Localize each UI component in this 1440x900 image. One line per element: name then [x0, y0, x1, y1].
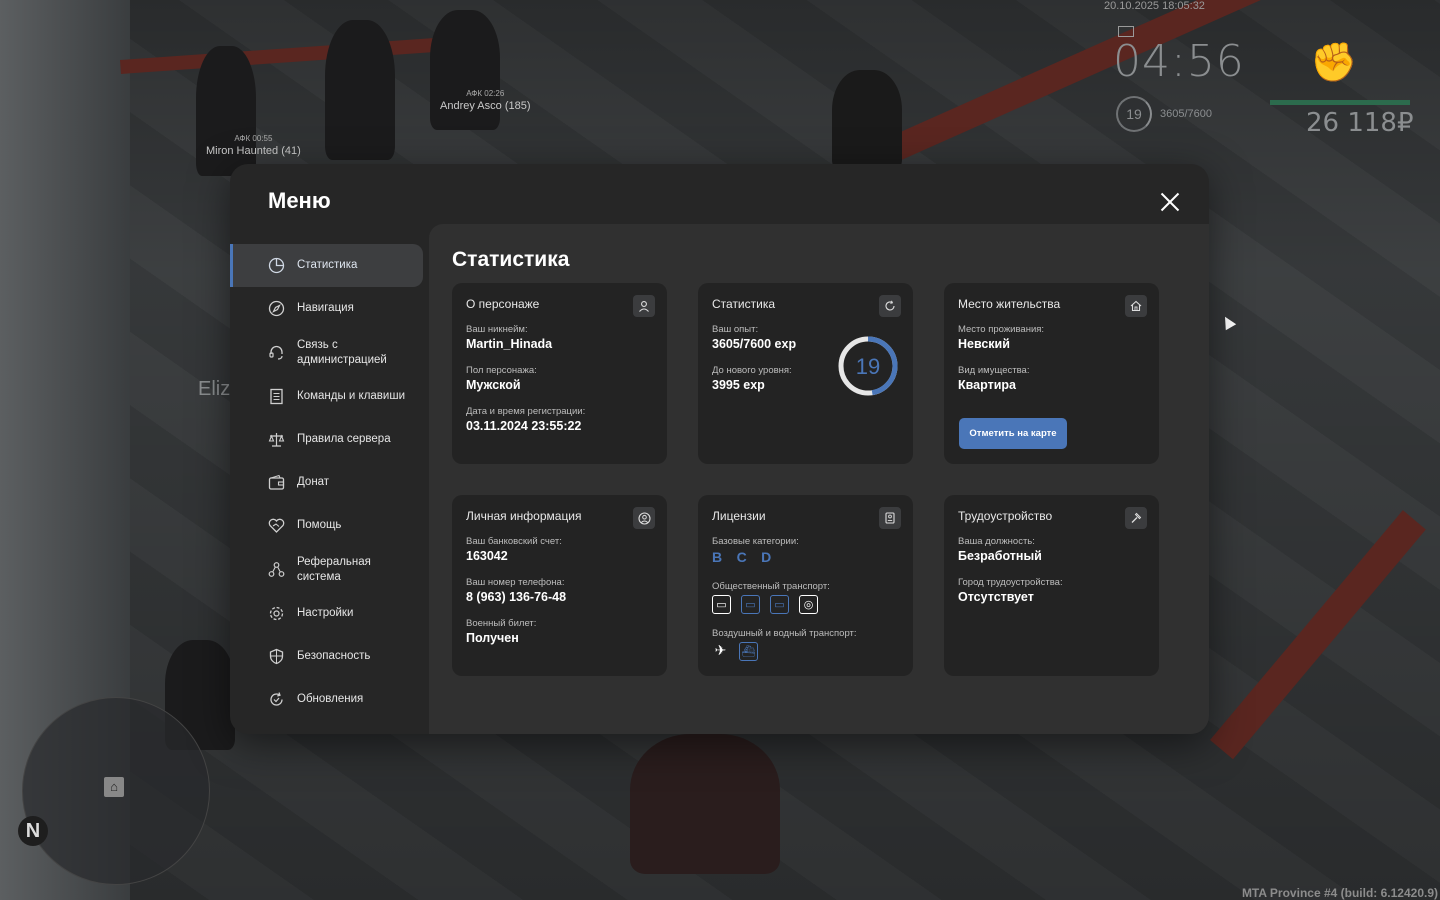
- handshake-icon: [267, 517, 285, 535]
- fist-icon: ✊: [1310, 42, 1358, 84]
- gender-value: Мужской: [466, 378, 521, 392]
- refresh-icon: [879, 295, 901, 317]
- property-type-value: Квартира: [958, 378, 1016, 392]
- north-indicator: N: [18, 816, 48, 846]
- bg-character: [325, 20, 395, 160]
- card-title: Лицензии: [712, 509, 766, 523]
- card-title: Статистика: [712, 297, 776, 311]
- hud-exp: 3605/7600: [1160, 108, 1212, 120]
- pie-chart-icon: [267, 257, 285, 275]
- sidebar-item-updates[interactable]: Обновления: [230, 678, 420, 721]
- bg-character: [630, 734, 780, 874]
- user-icon: [633, 295, 655, 317]
- sidebar-item-navigation[interactable]: Навигация: [230, 287, 420, 330]
- home-icon: [1125, 295, 1147, 317]
- hud-money: 26 118₽: [1306, 108, 1414, 138]
- sidebar-item-statistics[interactable]: Статистика: [230, 244, 423, 287]
- shield-icon: [267, 648, 285, 666]
- hammer-icon: [1125, 507, 1147, 529]
- sidebar-item-settings[interactable]: Настройки: [230, 592, 420, 635]
- boat-icon: ⛴: [739, 642, 758, 661]
- license-category-d: D: [761, 549, 772, 565]
- compass-icon: [267, 300, 285, 318]
- wallet-icon: [267, 474, 285, 492]
- level-number: 19: [856, 354, 880, 379]
- sidebar-item-referral[interactable]: Реферальная система: [230, 547, 420, 592]
- license-categories: B C D: [712, 549, 781, 567]
- public-transport-licenses: ▭ ▭ ▭ ◎: [712, 595, 818, 614]
- license-category-c: C: [736, 549, 747, 565]
- exp-value: 3605/7600 exp: [712, 337, 797, 351]
- phone-number-value: 8 (963) 136-76-48: [466, 590, 567, 604]
- bg-stair: [1210, 510, 1426, 760]
- player-nametag: АФК 00:55 Miron Haunted (41): [206, 134, 301, 157]
- sidebar-item-security[interactable]: Безопасность: [230, 635, 420, 678]
- bg-stair: [120, 36, 461, 74]
- content-title: Статистика: [452, 248, 570, 271]
- card-title: Место жительства: [958, 297, 1061, 311]
- card-title: О персонаже: [466, 297, 540, 311]
- nickname-value: Martin_Hinada: [466, 337, 553, 351]
- user-circle-icon: [633, 507, 655, 529]
- card-title: Трудоустройство: [958, 509, 1053, 523]
- level-progress-ring: 19: [838, 336, 898, 396]
- hud-level-badge: 19: [1116, 96, 1152, 132]
- health-bar: [1270, 100, 1410, 105]
- license-category-b: B: [712, 549, 723, 565]
- card-employment: Трудоустройство Ваша должность: Безработ…: [944, 495, 1159, 676]
- card-licenses: Лицензии Базовые категории: B C D Общест…: [698, 495, 913, 676]
- next-level-value: 3995 exp: [712, 378, 765, 392]
- trolleybus-icon: ▭: [741, 595, 760, 614]
- gear-icon: [267, 605, 285, 623]
- headset-icon: [267, 344, 285, 362]
- sidebar-item-admin-contact[interactable]: Связь с администрацией: [230, 330, 420, 375]
- card-character: О персонаже Ваш никнейм: Martin_Hinada П…: [452, 283, 667, 464]
- job-city-value: Отсутствует: [958, 590, 1034, 604]
- sidebar-item-commands[interactable]: Команды и клавиши: [230, 375, 420, 418]
- bus-icon: ▭: [712, 595, 731, 614]
- card-statistics: Статистика Ваш опыт: 3605/7600 exp До но…: [698, 283, 913, 464]
- card-personal-info: Личная информация Ваш банковский счет: 1…: [452, 495, 667, 676]
- plane-icon: ✈: [714, 642, 727, 658]
- build-info: MTA Province #4 (build: 6.12420.9): [1241, 886, 1438, 900]
- menu-title: Меню: [268, 188, 331, 213]
- job-position-value: Безработный: [958, 549, 1042, 563]
- home-icon: ⌂: [104, 777, 124, 797]
- content-panel: Статистика О персонаже Ваш никнейм: Mart…: [429, 224, 1209, 734]
- sidebar-item-donate[interactable]: Донат: [230, 461, 420, 504]
- residence-place-value: Невский: [958, 337, 1010, 351]
- bg-character: [430, 10, 500, 130]
- bg-player-name: Eliz: [198, 378, 231, 400]
- refresh-icon: [267, 691, 285, 709]
- bg-vending-machine: [832, 70, 902, 170]
- air-water-licenses: ✈ ⛴: [712, 642, 758, 661]
- close-button[interactable]: [1156, 188, 1184, 216]
- metro-icon: ◎: [799, 595, 818, 614]
- hud-datetime: 20.10.2025 18:05:32: [1104, 0, 1205, 12]
- scales-icon: [267, 431, 285, 449]
- sidebar-item-rules[interactable]: Правила сервера: [230, 418, 420, 461]
- tram-icon: ▭: [770, 595, 789, 614]
- military-id-value: Получен: [466, 631, 519, 645]
- referral-icon: [267, 561, 285, 579]
- menu-window: Меню Статистика Навигация Связь с админи…: [230, 164, 1209, 734]
- hud-clock: 04:56: [1113, 36, 1245, 87]
- card-title: Личная информация: [466, 509, 582, 523]
- mark-on-map-button[interactable]: Отметить на карте: [959, 418, 1067, 449]
- sidebar-item-help[interactable]: Помощь: [230, 504, 420, 547]
- player-nametag: АФК 02:26 Andrey Asco (185): [440, 89, 531, 112]
- registration-date-value: 03.11.2024 23:55:22: [466, 419, 582, 433]
- bank-account-value: 163042: [466, 549, 508, 563]
- id-card-icon: [879, 507, 901, 529]
- card-residence: Место жительства Место проживания: Невск…: [944, 283, 1159, 464]
- list-icon: [267, 388, 285, 406]
